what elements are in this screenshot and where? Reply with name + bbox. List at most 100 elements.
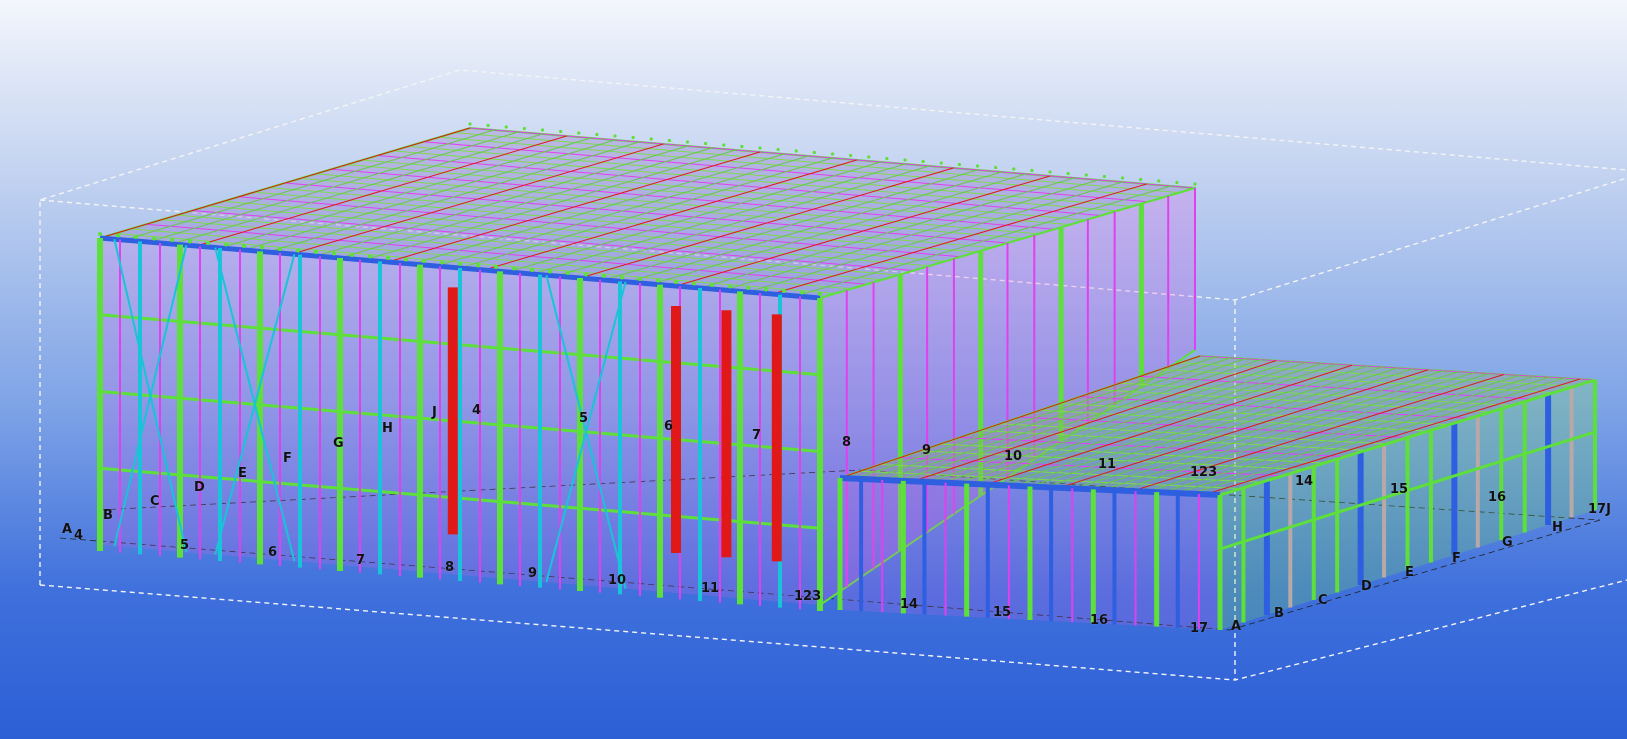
grid-label: H — [382, 421, 393, 436]
edge-tick — [867, 155, 871, 159]
edge-tick — [530, 268, 534, 272]
grid-label: 4 — [74, 528, 84, 543]
edge-tick — [296, 248, 300, 253]
edge-tick — [758, 146, 762, 150]
grid-label: 7 — [752, 428, 762, 443]
edge-tick — [559, 129, 563, 134]
edge-tick — [613, 134, 617, 138]
grid-label: 15 — [993, 605, 1012, 620]
grid-label: 6 — [664, 419, 674, 434]
edge-tick — [134, 235, 138, 239]
grid-label: 17J — [1588, 502, 1611, 517]
edge-tick — [98, 232, 102, 236]
edge-tick — [1175, 180, 1179, 185]
edge-tick — [667, 138, 671, 143]
edge-tick — [468, 122, 472, 126]
edge-tick — [577, 131, 581, 135]
edge-tick — [957, 162, 961, 167]
grid-label: B — [1274, 606, 1284, 621]
model-viewport[interactable]: A 4 B C D E F G H J 4 5 6 7 8 9 5 6 7 8 … — [0, 0, 1627, 739]
grid-label: 10 — [608, 573, 627, 588]
edge-tick — [260, 245, 264, 250]
edge-tick — [975, 164, 980, 168]
grid-label: 8 — [842, 435, 852, 450]
grid-label: A — [62, 522, 73, 537]
edge-tick — [566, 271, 570, 275]
edge-tick — [1066, 171, 1070, 176]
grid-label: B — [103, 508, 113, 523]
edge-tick — [620, 275, 624, 280]
edge-tick — [800, 290, 804, 295]
edge-tick — [1030, 168, 1034, 173]
edge-tick — [685, 140, 690, 144]
edge-tick — [722, 143, 726, 147]
edge-tick — [548, 269, 552, 274]
grid-label: 4 — [472, 403, 482, 418]
edge-tick — [386, 256, 390, 260]
edge-tick — [1120, 176, 1125, 180]
grid-label: 11 — [701, 581, 720, 596]
grid-label: D — [1361, 579, 1372, 594]
grid-label: 11 — [1098, 457, 1117, 472]
grid-label: E — [1405, 565, 1414, 580]
grid-label: G — [1502, 535, 1513, 550]
edge-tick — [152, 236, 156, 241]
grid-label: 123 — [794, 589, 822, 604]
grid-label: 15 — [1390, 482, 1409, 497]
grid-label: F — [1452, 551, 1461, 566]
edge-tick — [1084, 173, 1088, 177]
edge-tick — [440, 260, 444, 265]
grid-label: 5 — [579, 411, 589, 426]
edge-tick — [116, 233, 120, 238]
edge-tick — [830, 152, 835, 156]
edge-tick — [458, 262, 462, 266]
edge-tick — [494, 265, 498, 269]
grid-label: 16 — [1090, 613, 1109, 628]
edge-tick — [584, 272, 588, 277]
edge-tick — [674, 280, 678, 284]
steel-structure-3d-model[interactable] — [0, 0, 1627, 739]
grid-label: F — [283, 451, 292, 466]
edge-tick — [740, 144, 744, 149]
edge-tick — [710, 283, 714, 287]
edge-tick — [224, 242, 228, 247]
edge-tick — [921, 159, 925, 164]
edge-tick — [206, 241, 210, 245]
edge-tick — [1048, 170, 1052, 174]
edge-tick — [540, 128, 545, 132]
edge-tick — [350, 253, 354, 257]
grid-label: 16 — [1488, 490, 1507, 505]
edge-tick — [504, 125, 508, 129]
grid-label: 9 — [922, 443, 932, 458]
edge-tick — [704, 141, 708, 146]
edge-tick — [776, 147, 780, 152]
grid-label: 9 — [528, 566, 538, 581]
edge-tick — [512, 266, 516, 271]
edge-tick — [631, 135, 635, 140]
edge-tick — [903, 158, 907, 162]
grid-label: C — [1318, 593, 1328, 608]
edge-tick — [368, 254, 372, 259]
edge-tick — [404, 257, 408, 262]
edge-tick — [332, 251, 336, 256]
grid-label: D — [194, 480, 205, 495]
edge-tick — [602, 274, 606, 278]
edge-tick — [1102, 174, 1106, 179]
edge-tick — [994, 165, 998, 170]
edge-tick — [1193, 182, 1197, 186]
edge-tick — [885, 156, 889, 161]
edge-tick — [638, 277, 642, 281]
edge-tick — [486, 123, 490, 128]
edge-tick — [422, 259, 426, 263]
edge-tick — [656, 278, 660, 283]
edge-tick — [746, 286, 750, 290]
edge-tick — [849, 153, 853, 158]
grid-label: 10 — [1004, 449, 1023, 464]
edge-tick — [649, 137, 653, 141]
grid-label: 123 — [1190, 465, 1218, 480]
grid-label: 5 — [180, 538, 190, 553]
edge-tick — [812, 150, 816, 155]
edge-tick — [595, 132, 599, 137]
edge-tick — [692, 281, 696, 286]
edge-tick — [476, 263, 480, 268]
